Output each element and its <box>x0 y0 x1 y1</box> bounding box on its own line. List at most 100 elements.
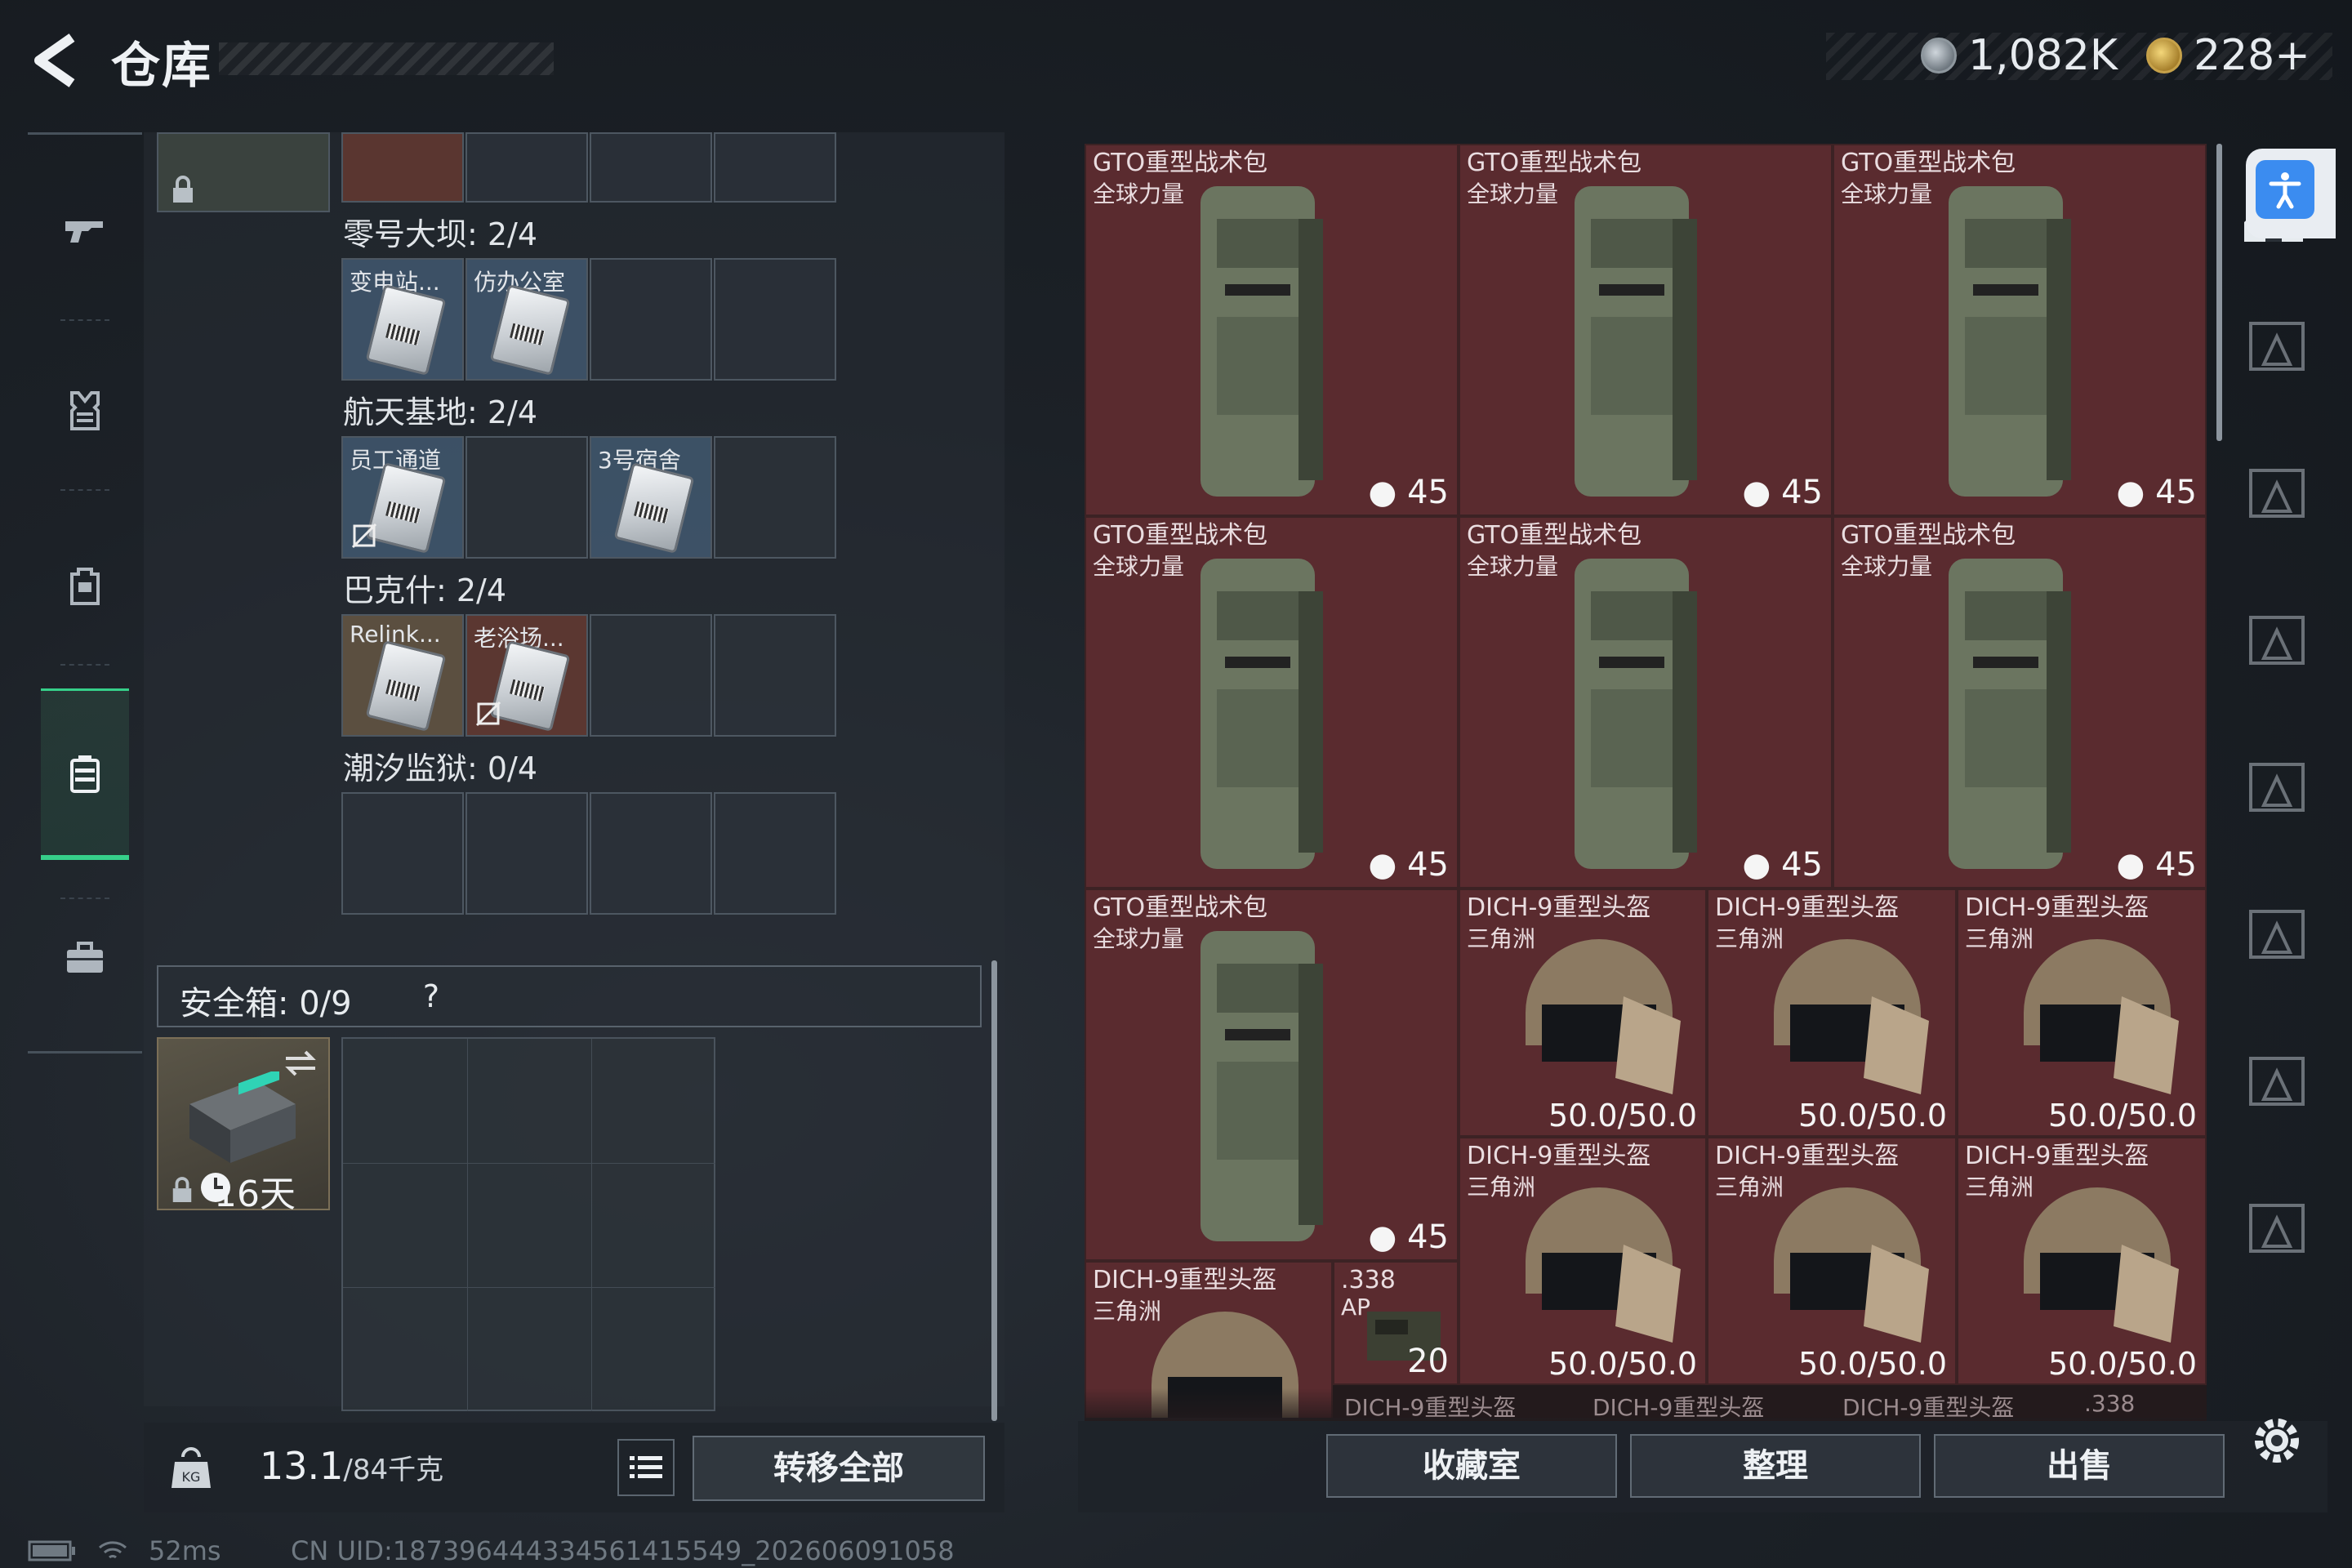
item-subtitle: 全球力量 <box>1467 553 1559 580</box>
rail-backpack[interactable] <box>42 543 127 628</box>
rail-briefcase[interactable] <box>42 915 127 1000</box>
keycard-slot-empty[interactable] <box>714 258 836 381</box>
item-durability: 50.0/50.0 <box>1548 1346 1697 1382</box>
keycard-group-title: 零号大坝: 2/4 <box>343 216 538 252</box>
title-decoration <box>219 42 554 75</box>
keycard-slot-empty[interactable] <box>590 792 712 915</box>
backpack-item[interactable]: GTO重型战术包 全球力量 ● 45 <box>1085 889 1459 1261</box>
sort-button[interactable]: 整理 <box>1630 1434 1921 1498</box>
backpack-image <box>1949 186 2071 497</box>
back-button[interactable] <box>24 31 90 90</box>
helmet-image <box>1774 1187 1929 1343</box>
inventory-scrollbar[interactable] <box>2216 144 2222 441</box>
item-name-partial: DICH-9重型头盔 <box>1842 1394 2015 1421</box>
helmet-item[interactable]: DICH-9重型头盔 三角洲 50.0/50.0 <box>1957 1137 2207 1385</box>
keycard-slot[interactable]: Relink... <box>341 614 464 737</box>
equipment-rail <box>2228 144 2326 1385</box>
equipment-slot[interactable] <box>2239 1189 2314 1264</box>
lock-icon <box>173 176 193 203</box>
gold-currency[interactable]: 228+ <box>2146 31 2310 80</box>
rail-container-active[interactable] <box>41 688 129 860</box>
rail-armor[interactable] <box>42 368 127 453</box>
transfer-all-button[interactable]: 转移全部 <box>693 1436 985 1501</box>
keycard-slot-empty[interactable] <box>590 132 712 203</box>
keycard-holder-item[interactable] <box>157 132 330 212</box>
item-count: ● 45 <box>1742 474 1823 511</box>
ammo-item[interactable]: .338 AP 20 <box>1333 1261 1459 1385</box>
equipment-slot[interactable] <box>2239 307 2314 382</box>
keycard-slot-empty[interactable] <box>466 436 588 559</box>
keycard-slot[interactable]: 老浴场... <box>466 614 588 737</box>
grid-line <box>343 1287 715 1288</box>
item-subtitle: 全球力量 <box>1093 925 1185 952</box>
keycard-slot[interactable]: 员工通道 <box>341 436 464 559</box>
keycard-slot-empty[interactable] <box>714 614 836 737</box>
secure-box-header: 安全箱: 0/9 ? <box>157 965 982 1027</box>
keycard-slot-empty[interactable] <box>714 132 836 203</box>
keycard-slot-empty[interactable] <box>590 614 712 737</box>
helmet-item[interactable]: DICH-9重型头盔 三角洲 50.0/50.0 <box>1707 889 1957 1137</box>
secure-box-timer: 16天 <box>214 1174 296 1215</box>
rail-divider <box>60 898 109 899</box>
helmet-item[interactable]: DICH-9重型头盔 三角洲 50.0/50.0 <box>1957 889 2207 1137</box>
helmet-item[interactable]: DICH-9重型头盔 三角洲 50.0/50.0 <box>1459 1137 1707 1385</box>
armor-tier-icon <box>2249 1204 2305 1253</box>
helmet-image <box>1526 1187 1681 1343</box>
backpack-item[interactable]: GTO重型战术包 全球力量 ● 45 <box>1085 516 1459 889</box>
backpack-item[interactable]: GTO重型战术包 全球力量 ● 45 <box>1833 144 2207 516</box>
grid-line <box>591 1039 592 1411</box>
keycard-slot-empty[interactable] <box>466 792 588 915</box>
equipment-slot[interactable] <box>2239 601 2314 676</box>
backpack-item[interactable]: GTO重型战术包 全球力量 ● 45 <box>1085 144 1459 516</box>
equipment-slot[interactable] <box>2239 748 2314 823</box>
keycard-slot-empty[interactable] <box>590 258 712 381</box>
list-view-button[interactable] <box>617 1439 675 1496</box>
no-drop-icon <box>351 523 377 549</box>
gear-icon[interactable] <box>2247 1411 2306 1470</box>
keycard-group-title: 巴克什: 2/4 <box>343 572 507 608</box>
weight-readout: 13.1/84千克 <box>260 1444 443 1488</box>
keycard-slot[interactable]: 3号宿舍 <box>590 436 712 559</box>
wifi-icon <box>99 1541 127 1559</box>
item-name: .338 <box>1341 1266 1396 1294</box>
equipment-slot[interactable] <box>2239 1042 2314 1117</box>
keycard-icon <box>365 639 447 733</box>
item-subtitle: 全球力量 <box>1093 553 1185 580</box>
svg-text:KG: KG <box>182 1469 201 1485</box>
keycard-slot-empty[interactable] <box>341 792 464 915</box>
secure-box-grid[interactable] <box>341 1037 715 1411</box>
item-name-partial: DICH-9重型头盔 <box>1344 1394 1517 1421</box>
item-subtitle: 全球力量 <box>1467 180 1559 207</box>
keycard-slot[interactable] <box>341 132 464 203</box>
item-count: ● 45 <box>2116 474 2197 511</box>
accessibility-icon-wrap <box>2256 160 2314 219</box>
backpack-item[interactable]: GTO重型战术包 全球力量 ● 45 <box>1459 144 1833 516</box>
ping-value: 52ms <box>149 1535 221 1566</box>
collection-room-button[interactable]: 收藏室 <box>1326 1434 1617 1498</box>
equipment-slot[interactable] <box>2239 454 2314 529</box>
keycard-slot-empty[interactable] <box>466 132 588 203</box>
keycard-slot-empty[interactable] <box>714 792 836 915</box>
backpack-item[interactable]: GTO重型战术包 全球力量 ● 45 <box>1833 516 2207 889</box>
stash-scrollbar[interactable] <box>991 960 997 1421</box>
accessibility-icon <box>2269 172 2301 209</box>
item-subtitle: 全球力量 <box>1093 180 1185 207</box>
equipment-slot[interactable] <box>2239 895 2314 970</box>
rail-weapons[interactable] <box>42 187 127 272</box>
armor-tier-icon <box>2249 616 2305 665</box>
helmet-item[interactable]: DICH-9重型头盔 三角洲 50.0/50.0 <box>1459 889 1707 1137</box>
item-count-value: 45 <box>1407 1218 1449 1256</box>
accessibility-button[interactable] <box>2246 149 2336 238</box>
sell-button[interactable]: 出售 <box>1934 1434 2225 1498</box>
keycard-slot-empty[interactable] <box>714 436 836 559</box>
battery-icon <box>28 1540 75 1561</box>
backpack-item[interactable]: GTO重型战术包 全球力量 ● 45 <box>1459 516 1833 889</box>
helmet-item[interactable]: DICH-9重型头盔 三角洲 50.0/50.0 <box>1707 1137 1957 1385</box>
help-button[interactable]: ? <box>408 973 454 1019</box>
keycard-slot[interactable]: 变电站... <box>341 258 464 381</box>
weight-icon: KG <box>172 1447 211 1488</box>
item-count-value: 45 <box>1781 846 1823 884</box>
backpack-image <box>1575 186 1697 497</box>
keycard-slot[interactable]: 仿办公室 <box>466 258 588 381</box>
lock-icon <box>172 1177 192 1202</box>
